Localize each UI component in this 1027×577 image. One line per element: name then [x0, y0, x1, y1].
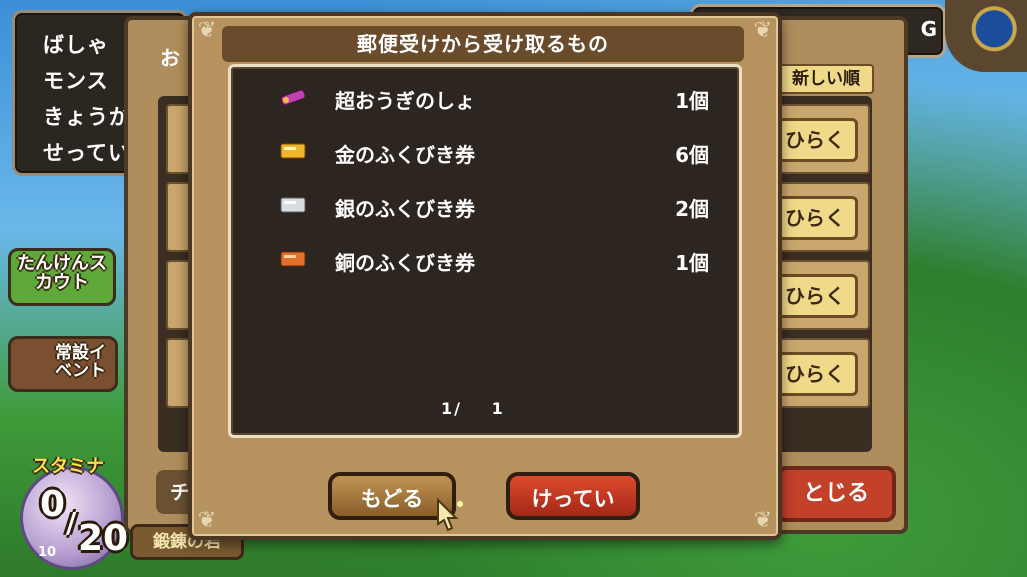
bronze-ticket-icon	[280, 251, 306, 267]
item-name: 銀のふくびき券	[335, 197, 475, 221]
menu-line-1[interactable]: ばしゃ	[43, 29, 109, 59]
confirm-button[interactable]: けってい	[506, 472, 640, 520]
item-name: 金のふくびき券	[335, 143, 475, 167]
item-count: 2個	[675, 197, 709, 221]
item-name: 超おうぎのしょ	[335, 89, 475, 113]
gold-unit: G	[920, 17, 937, 41]
item-count: 1個	[675, 251, 709, 275]
corner-ornament-icon: ❦	[753, 508, 773, 533]
modal-title: 郵便受けから受け取るもの	[222, 26, 744, 62]
page-current: 1/	[441, 399, 462, 418]
pointer-cursor-icon	[437, 497, 463, 532]
scroll-icon	[280, 89, 306, 106]
item-row: 金のふくびき券 6個	[231, 131, 739, 177]
open-button[interactable]: ひらく	[772, 196, 858, 240]
stamina-gauge[interactable]: スタミナ 0 / 20 10	[8, 450, 128, 570]
menu-line-3[interactable]: きょうが	[43, 101, 131, 131]
event-button[interactable]: 常設イベント	[8, 336, 118, 392]
stamina-label: スタミナ	[32, 456, 104, 477]
menu-line-4[interactable]: せってい	[43, 137, 130, 167]
item-row: 超おうぎのしょ 1個	[231, 77, 739, 123]
stamina-current: 0	[40, 484, 66, 525]
main-menu-emblem-icon[interactable]	[945, 0, 1027, 72]
stamina-small-value: 10	[38, 545, 57, 560]
open-button[interactable]: ひらく	[772, 118, 858, 162]
page-total: 1	[491, 399, 505, 418]
item-name: 銅のふくびき券	[335, 251, 475, 275]
open-button[interactable]: ひらく	[772, 352, 858, 396]
corner-ornament-icon: ❦	[753, 18, 773, 43]
mailbox-title: お	[160, 46, 180, 70]
stamina-max: 20	[78, 518, 129, 559]
item-count: 1個	[675, 89, 709, 113]
sort-button[interactable]: 新しい順	[778, 64, 874, 94]
open-button[interactable]: ひらく	[772, 274, 858, 318]
gold-ticket-icon	[280, 143, 306, 159]
item-list: 超おうぎのしょ 1個 金のふくびき券 6個 銀のふくびき券 2個 銅のふくびき券…	[228, 64, 742, 438]
corner-ornament-icon: ❦	[197, 508, 217, 533]
corner-ornament-icon: ❦	[197, 18, 217, 43]
page-indicator: 1/ 1	[441, 399, 505, 418]
scout-button[interactable]: たんけんスカウト	[8, 248, 116, 306]
menu-line-2[interactable]: モンス	[43, 65, 109, 95]
close-button[interactable]: とじる	[776, 466, 896, 522]
stamina-slash: /	[66, 506, 77, 539]
receive-items-modal: ❦ ❦ ❦ ❦ 郵便受けから受け取るもの 超おうぎのしょ 1個 金のふくびき券 …	[188, 12, 782, 540]
item-row: 銅のふくびき券 1個	[231, 239, 739, 285]
silver-ticket-icon	[280, 197, 306, 213]
item-count: 6個	[675, 143, 709, 167]
item-row: 銀のふくびき券 2個	[231, 185, 739, 231]
